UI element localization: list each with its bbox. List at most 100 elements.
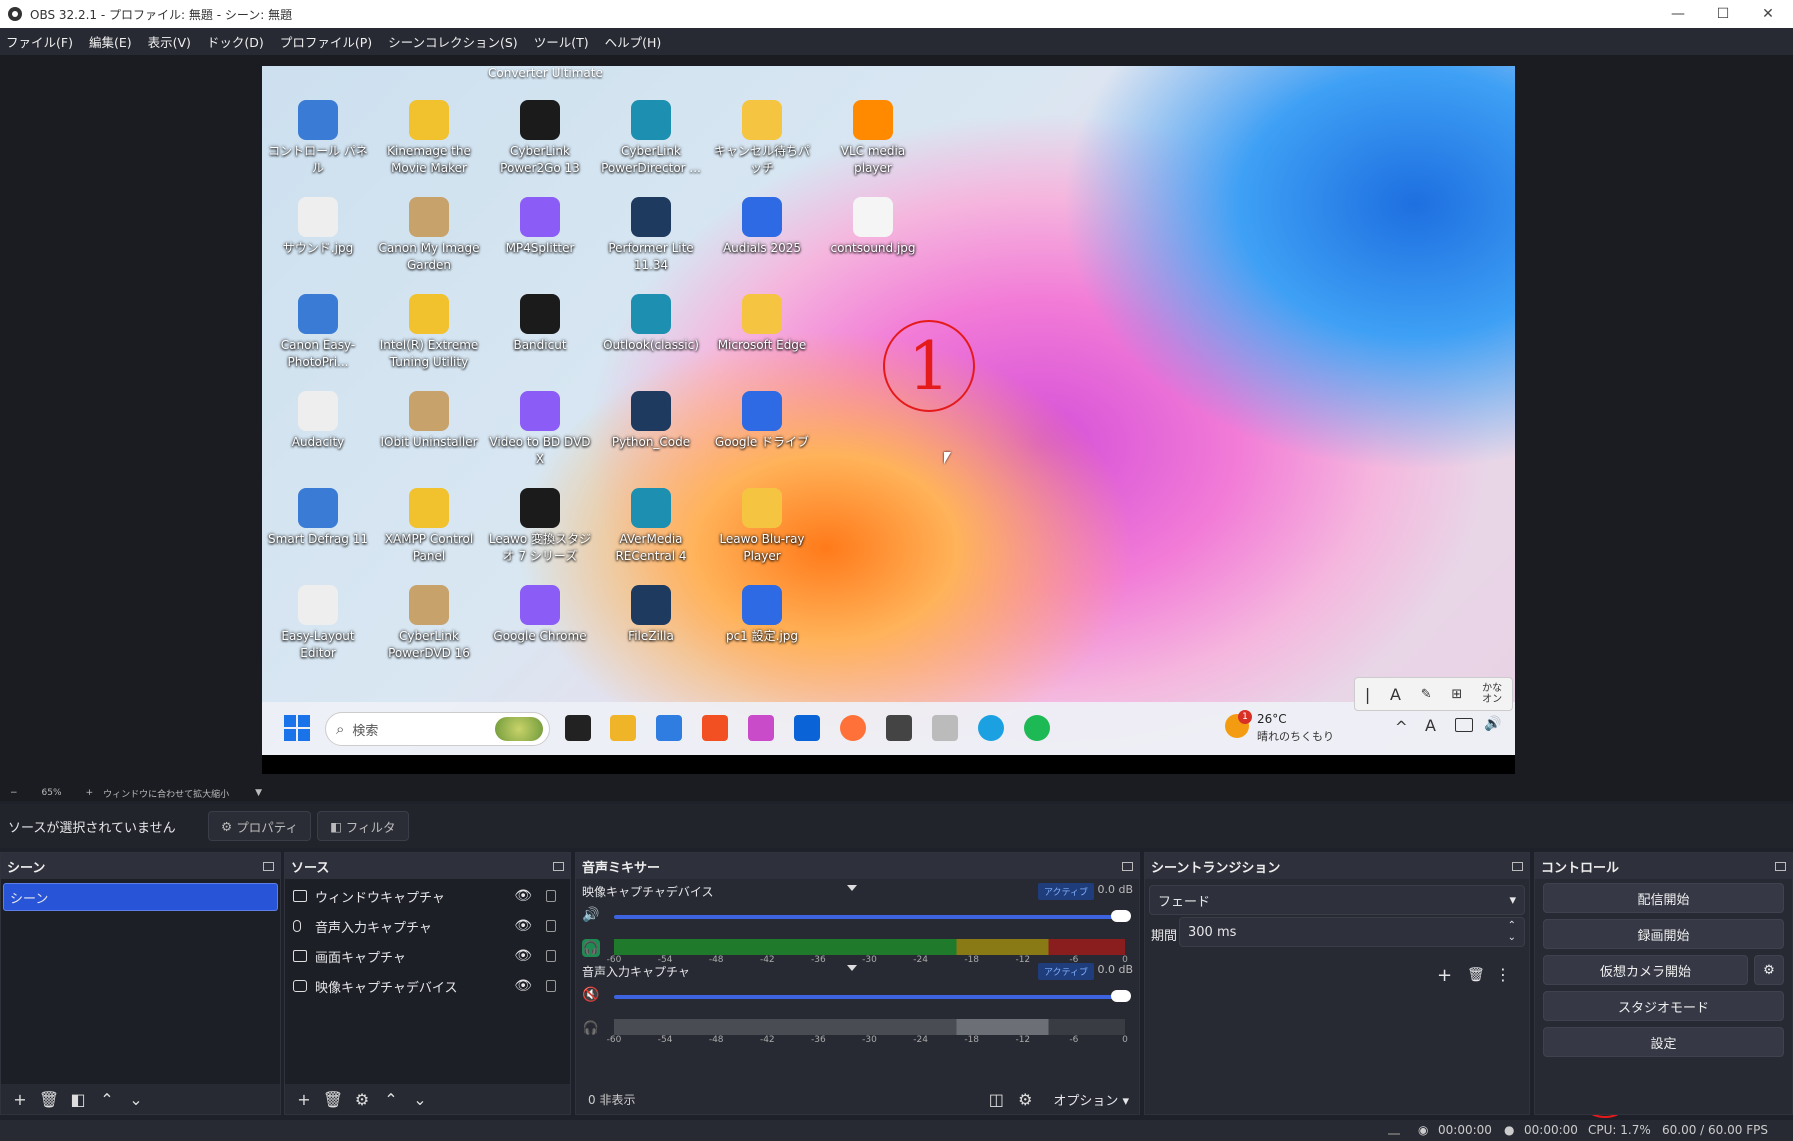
remove-source-trash-icon[interactable]: 🗑 bbox=[320, 1088, 346, 1110]
remove-scene-trash-icon[interactable]: 🗑 bbox=[36, 1088, 62, 1110]
undock-icon[interactable] bbox=[1512, 861, 1523, 871]
store-icon[interactable] bbox=[702, 715, 728, 741]
scene-item[interactable]: シーン bbox=[3, 883, 278, 911]
move-source-up-icon[interactable]: ⌃ bbox=[378, 1088, 404, 1110]
muted-speaker-icon[interactable]: 🔇 bbox=[582, 987, 599, 1003]
tray-chevron-up-icon[interactable]: ^ bbox=[1395, 718, 1408, 736]
edge-taskbar-icon[interactable] bbox=[978, 715, 1004, 741]
desktop-icon[interactable]: Canon Easy-PhotoPri... bbox=[266, 294, 370, 371]
desktop-icon[interactable]: CyberLink PowerDVD 16 bbox=[377, 585, 481, 662]
mixer-layout-icon[interactable]: ◫ bbox=[983, 1088, 1009, 1110]
task-view-icon[interactable] bbox=[565, 715, 591, 741]
desktop-icon[interactable]: サウンド.jpg bbox=[266, 197, 370, 257]
desktop-icon[interactable]: コントロール パネル bbox=[266, 100, 370, 177]
maximize-button[interactable]: ☐ bbox=[1700, 0, 1746, 28]
menu-help[interactable]: ヘルプ(H) bbox=[605, 32, 662, 51]
start-streaming-button[interactable]: 配信開始 bbox=[1543, 883, 1784, 913]
desktop-icon[interactable]: AVerMedia RECentral 4 bbox=[599, 488, 703, 565]
desktop-icon[interactable]: Kinemage the Movie Maker bbox=[377, 100, 481, 177]
zoom-fit-select[interactable]: ウィンドウに合わせて拡大縮小 bbox=[103, 787, 229, 800]
desktop-icon[interactable]: Leawo 変換スタジオ 7 シリーズ bbox=[488, 488, 592, 565]
filters-button[interactable]: ◧ フィルタ bbox=[316, 811, 409, 841]
desktop-icon[interactable]: Leawo Blu-ray Player bbox=[710, 488, 814, 565]
minimize-button[interactable]: — bbox=[1655, 0, 1701, 28]
add-scene-button[interactable]: + bbox=[7, 1088, 33, 1110]
desktop-icon[interactable]: MP4Splitter bbox=[488, 197, 592, 257]
menu-profile[interactable]: プロファイル(P) bbox=[280, 32, 372, 51]
source-row[interactable]: ウィンドウキャプチャ 👁 bbox=[293, 883, 562, 909]
desktop-icon[interactable]: XAMPP Control Panel bbox=[377, 488, 481, 565]
desktop-icon[interactable]: Audials 2025 bbox=[710, 197, 814, 257]
volume-slider-handle[interactable] bbox=[1111, 990, 1131, 1002]
notepad-icon[interactable] bbox=[656, 715, 682, 741]
source-row[interactable]: 映像キャプチャデバイス 👁 bbox=[293, 973, 562, 999]
desktop-icon[interactable]: Video to BD DVD X bbox=[488, 391, 592, 468]
desktop-icon[interactable]: Google ドライブ bbox=[710, 391, 814, 451]
snipping-tool-icon[interactable] bbox=[748, 715, 774, 741]
monitor-off-headphones-icon[interactable]: 🎧 bbox=[582, 1019, 600, 1037]
eye-icon[interactable]: 👁 bbox=[514, 978, 532, 994]
transition-select[interactable]: フェード ▾ bbox=[1149, 885, 1525, 915]
move-scene-down-icon[interactable]: ⌄ bbox=[123, 1088, 149, 1110]
source-row[interactable]: 画面キャプチャ 👁 bbox=[293, 943, 562, 969]
properties-button[interactable]: ⚙ プロパティ bbox=[208, 811, 311, 841]
start-virtual-camera-button[interactable]: 仮想カメラ開始 bbox=[1543, 955, 1748, 985]
desktop-icon[interactable]: Intel(R) Extreme Tuning Utility bbox=[377, 294, 481, 371]
close-button[interactable]: ✕ bbox=[1745, 0, 1791, 28]
lock-icon[interactable] bbox=[546, 920, 556, 932]
desktop-icon[interactable]: FileZilla bbox=[599, 585, 703, 645]
eye-icon[interactable]: 👁 bbox=[514, 888, 532, 904]
menu-view[interactable]: 表示(V) bbox=[148, 32, 191, 51]
transition-menu-dots-icon[interactable]: ⋮ bbox=[1495, 965, 1511, 984]
undock-icon[interactable] bbox=[263, 861, 274, 871]
eye-icon[interactable]: 👁 bbox=[514, 918, 532, 934]
ime-toolbar[interactable]: | A ✎ ⊞ かな オン bbox=[1354, 677, 1513, 711]
menu-file[interactable]: ファイル(F) bbox=[6, 32, 73, 51]
desktop-icon[interactable]: IObit Uninstaller bbox=[377, 391, 481, 451]
desktop-icon[interactable]: Audacity bbox=[266, 391, 370, 451]
advanced-audio-gear-icon[interactable]: ⚙ bbox=[1012, 1088, 1038, 1110]
desktop-icon[interactable]: VLC media player bbox=[821, 100, 925, 177]
volume-slider-handle[interactable] bbox=[1111, 910, 1131, 922]
obs-taskbar-icon[interactable] bbox=[886, 715, 912, 741]
desktop-icon[interactable]: contsound.jpg bbox=[821, 197, 925, 257]
desktop-icon[interactable]: Easy-Layout Editor bbox=[266, 585, 370, 662]
network-icon[interactable] bbox=[1455, 718, 1473, 732]
duration-input[interactable]: 300 ms ⌃ ⌄ bbox=[1179, 917, 1525, 947]
virtual-camera-gear-icon[interactable]: ⚙ bbox=[1754, 955, 1784, 985]
studio-mode-button[interactable]: スタジオモード bbox=[1543, 991, 1784, 1021]
channel-menu-chevron-icon[interactable] bbox=[847, 885, 857, 891]
eye-icon[interactable]: 👁 bbox=[514, 948, 532, 964]
desktop-icon[interactable]: pc1 設定.jpg bbox=[710, 585, 814, 645]
firefox-icon[interactable] bbox=[840, 715, 866, 741]
remote-desktop-icon[interactable] bbox=[794, 715, 820, 741]
desktop-icon[interactable]: Outlook(classic) bbox=[599, 294, 703, 354]
menu-edit[interactable]: 編集(E) bbox=[89, 32, 132, 51]
monitor-headphones-icon[interactable]: 🎧 bbox=[582, 939, 600, 957]
menu-tools[interactable]: ツール(T) bbox=[534, 32, 589, 51]
remove-transition-trash-icon[interactable]: 🗑 bbox=[1467, 967, 1485, 983]
desktop-icon[interactable]: Smart Defrag 11 bbox=[266, 488, 370, 548]
undock-icon[interactable] bbox=[553, 861, 564, 871]
desktop-icon[interactable]: CyberLink Power2Go 13 bbox=[488, 100, 592, 177]
spotify-icon[interactable] bbox=[1024, 715, 1050, 741]
add-source-button[interactable]: + bbox=[291, 1088, 317, 1110]
volume-tray-icon[interactable]: 🔊 bbox=[1484, 716, 1501, 732]
menu-dock[interactable]: ドック(D) bbox=[207, 32, 264, 51]
start-recording-button[interactable]: 録画開始 bbox=[1543, 919, 1784, 949]
scene-filters-icon[interactable]: ◧ bbox=[65, 1088, 91, 1110]
printer-icon[interactable] bbox=[932, 715, 958, 741]
zoom-dropdown-chevron-icon[interactable]: ▼ bbox=[255, 788, 262, 798]
desktop-icon[interactable]: Microsoft Edge bbox=[710, 294, 814, 354]
desktop-icon[interactable]: CyberLink PowerDirector ... bbox=[599, 100, 703, 177]
spin-arrows-icon[interactable]: ⌃ ⌄ bbox=[1508, 920, 1516, 944]
zoom-out-button[interactable]: − bbox=[10, 788, 18, 798]
lock-icon[interactable] bbox=[546, 890, 556, 902]
undock-icon[interactable] bbox=[1775, 861, 1786, 871]
mixer-options-button[interactable]: オプション ▾ bbox=[1053, 1090, 1129, 1109]
menu-scene-collection[interactable]: シーンコレクション(S) bbox=[388, 32, 518, 51]
source-row[interactable]: 音声入力キャプチャ 👁 bbox=[293, 913, 562, 939]
file-explorer-icon[interactable] bbox=[610, 715, 636, 741]
channel-menu-chevron-icon[interactable] bbox=[847, 965, 857, 971]
taskbar-search-box[interactable]: ⌕ 検索 bbox=[325, 712, 550, 746]
